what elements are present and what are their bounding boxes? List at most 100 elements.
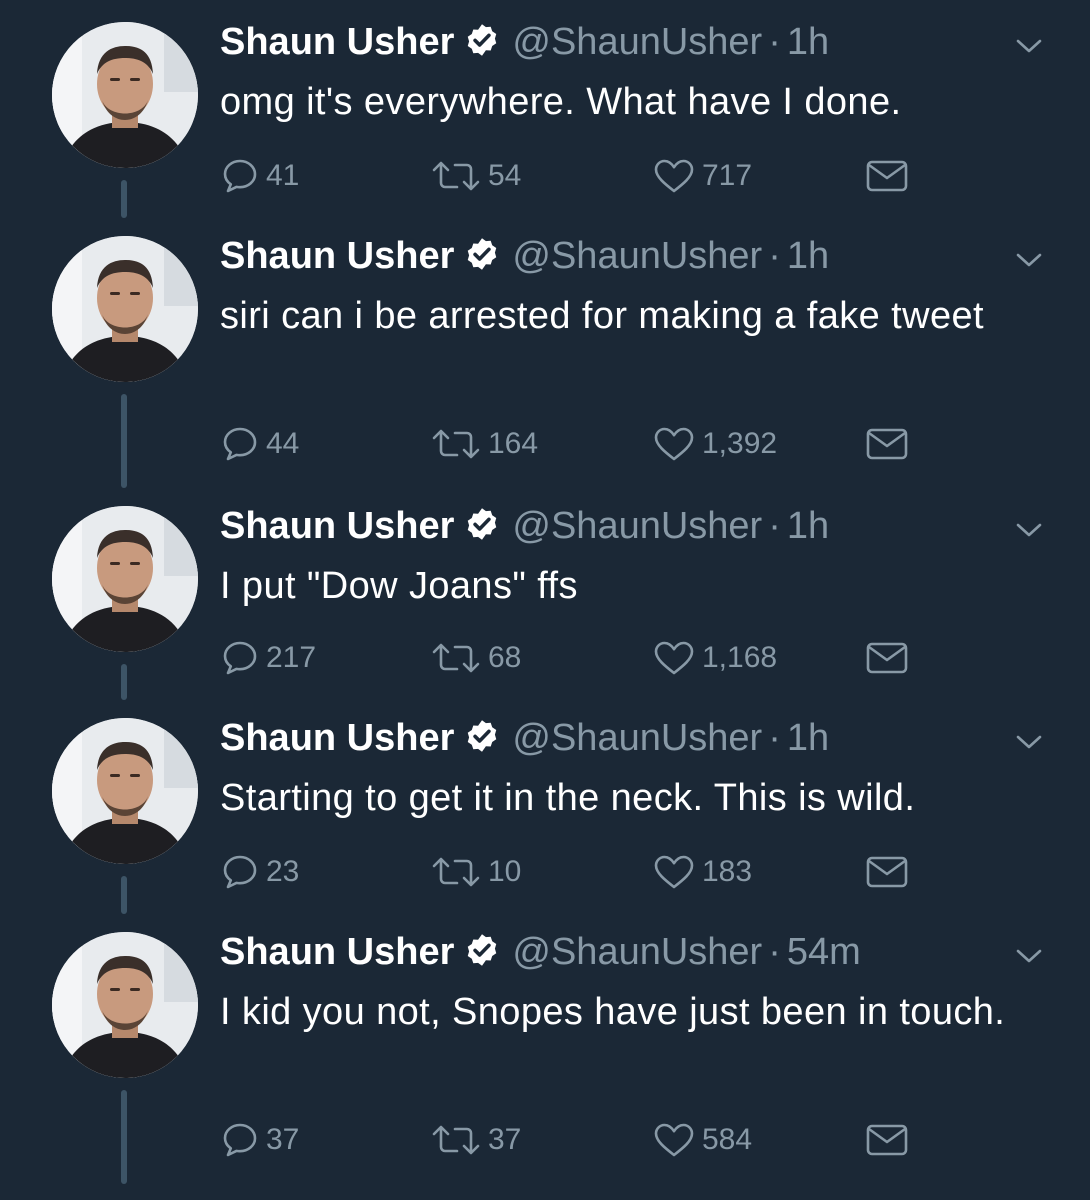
reply-count: 217 (266, 641, 317, 674)
reply-button[interactable]: 37 (220, 1118, 299, 1162)
tweet[interactable]: Shaun Usher @ShaunUsher · 1h Starting to ge… (0, 696, 1090, 914)
verified-badge-icon (468, 934, 497, 966)
display-name[interactable]: Shaun Usher (220, 931, 454, 973)
avatar-photo-image (52, 236, 198, 382)
reply-bubble-icon (223, 159, 257, 193)
tweet[interactable]: Shaun Usher @ShaunUsher · 54m I kid you not… (0, 910, 1090, 1200)
like-count: 584 (702, 1123, 753, 1156)
tweet-actions: 44 164 1,392 (220, 422, 920, 466)
like-button[interactable]: 717 (652, 154, 752, 198)
retweet-button[interactable]: 10 (430, 850, 521, 894)
direct-message-button[interactable] (864, 422, 916, 466)
retweet-button[interactable]: 164 (430, 422, 538, 466)
tweet[interactable]: Shaun Usher @ShaunUsher · 1h omg it's every… (0, 0, 1090, 218)
user-handle[interactable]: @ShaunUsher (512, 931, 762, 973)
like-count: 1,168 (702, 641, 778, 674)
tweet-timestamp[interactable]: 1h (787, 505, 829, 547)
avatar-photo-image (52, 22, 198, 168)
tweet[interactable]: Shaun Usher @ShaunUsher · 1h siri can i be … (0, 214, 1090, 488)
separator-dot: · (768, 717, 781, 759)
avatar[interactable] (52, 932, 198, 1078)
reply-button[interactable]: 41 (220, 154, 299, 198)
user-handle[interactable]: @ShaunUsher (512, 235, 762, 277)
avatar[interactable] (52, 506, 198, 652)
heart-icon (654, 427, 694, 461)
tweet-actions: 37 37 584 (220, 1118, 920, 1162)
chevron-down-icon[interactable] (1014, 946, 1044, 966)
tweet-timestamp[interactable]: 1h (787, 235, 829, 277)
tweet-timestamp[interactable]: 54m (787, 931, 861, 973)
thread-line (121, 394, 127, 488)
reply-button[interactable]: 44 (220, 422, 299, 466)
tweet[interactable]: Shaun Usher @ShaunUsher · 1h I put "Dow Joa… (0, 484, 1090, 700)
like-count: 717 (702, 159, 753, 192)
direct-message-button[interactable] (864, 1118, 916, 1162)
avatar[interactable] (52, 236, 198, 382)
verified-badge-icon (468, 24, 497, 56)
retweet-count: 37 (488, 1123, 522, 1156)
avatar-photo-image (52, 506, 198, 652)
tweet-header: Shaun Usher @ShaunUsher · 1h (220, 716, 829, 760)
verified-badge-icon (468, 508, 497, 540)
chevron-down-icon[interactable] (1014, 520, 1044, 540)
display-name[interactable]: Shaun Usher (220, 21, 454, 63)
display-name[interactable]: Shaun Usher (220, 235, 454, 277)
user-handle[interactable]: @ShaunUsher (512, 21, 762, 63)
heart-icon (654, 855, 694, 889)
user-handle[interactable]: @ShaunUsher (512, 717, 762, 759)
thread-line (121, 180, 127, 218)
chevron-down-icon[interactable] (1014, 36, 1044, 56)
display-name[interactable]: Shaun Usher (220, 717, 454, 759)
direct-message-button[interactable] (864, 850, 916, 894)
separator-dot: · (768, 931, 781, 973)
avatar-photo-image (52, 718, 198, 864)
retweet-button[interactable]: 54 (430, 154, 521, 198)
display-name[interactable]: Shaun Usher (220, 505, 454, 547)
retweet-count: 164 (488, 427, 539, 460)
reply-bubble-icon (223, 855, 257, 889)
chevron-down-icon[interactable] (1014, 732, 1044, 752)
envelope-icon (866, 856, 908, 888)
tweet-thread: Shaun Usher @ShaunUsher · 1h omg it's every… (0, 0, 1090, 1200)
like-button[interactable]: 584 (652, 1118, 752, 1162)
like-button[interactable]: 1,168 (652, 636, 777, 680)
tweet-text: I kid you not, Snopes have just been in … (220, 991, 1006, 1033)
reply-button[interactable]: 217 (220, 636, 316, 680)
retweet-button[interactable]: 68 (430, 636, 521, 680)
heart-icon (654, 159, 694, 193)
direct-message-button[interactable] (864, 154, 916, 198)
retweet-button[interactable]: 37 (430, 1118, 521, 1162)
chevron-down-icon[interactable] (1014, 250, 1044, 270)
reply-button[interactable]: 23 (220, 850, 299, 894)
avatar[interactable] (52, 22, 198, 168)
reply-count: 23 (266, 855, 300, 888)
tweet-actions: 23 10 183 (220, 850, 920, 894)
retweet-count: 10 (488, 855, 522, 888)
tweet-timestamp[interactable]: 1h (787, 717, 829, 759)
like-count: 1,392 (702, 427, 778, 460)
avatar[interactable] (52, 718, 198, 864)
retweet-count: 68 (488, 641, 522, 674)
heart-icon (654, 641, 694, 675)
separator-dot: · (768, 21, 781, 63)
retweet-arrows-icon (432, 857, 480, 887)
reply-count: 44 (266, 427, 300, 460)
tweet-header: Shaun Usher @ShaunUsher · 1h (220, 234, 829, 278)
direct-message-button[interactable] (864, 636, 916, 680)
retweet-count: 54 (488, 159, 522, 192)
reply-bubble-icon (223, 641, 257, 675)
user-handle[interactable]: @ShaunUsher (512, 505, 762, 547)
tweet-actions: 217 68 1,168 (220, 636, 920, 680)
envelope-icon (866, 428, 908, 460)
reply-bubble-icon (223, 427, 257, 461)
tweet-text: Starting to get it in the neck. This is … (220, 777, 916, 819)
retweet-arrows-icon (432, 643, 480, 673)
tweet-timestamp[interactable]: 1h (787, 21, 829, 63)
tweet-text: I put "Dow Joans" ffs (220, 565, 578, 607)
avatar-photo-image (52, 932, 198, 1078)
like-button[interactable]: 1,392 (652, 422, 777, 466)
thread-line (121, 876, 127, 914)
envelope-icon (866, 642, 908, 674)
verified-badge-icon (468, 238, 497, 270)
like-button[interactable]: 183 (652, 850, 752, 894)
